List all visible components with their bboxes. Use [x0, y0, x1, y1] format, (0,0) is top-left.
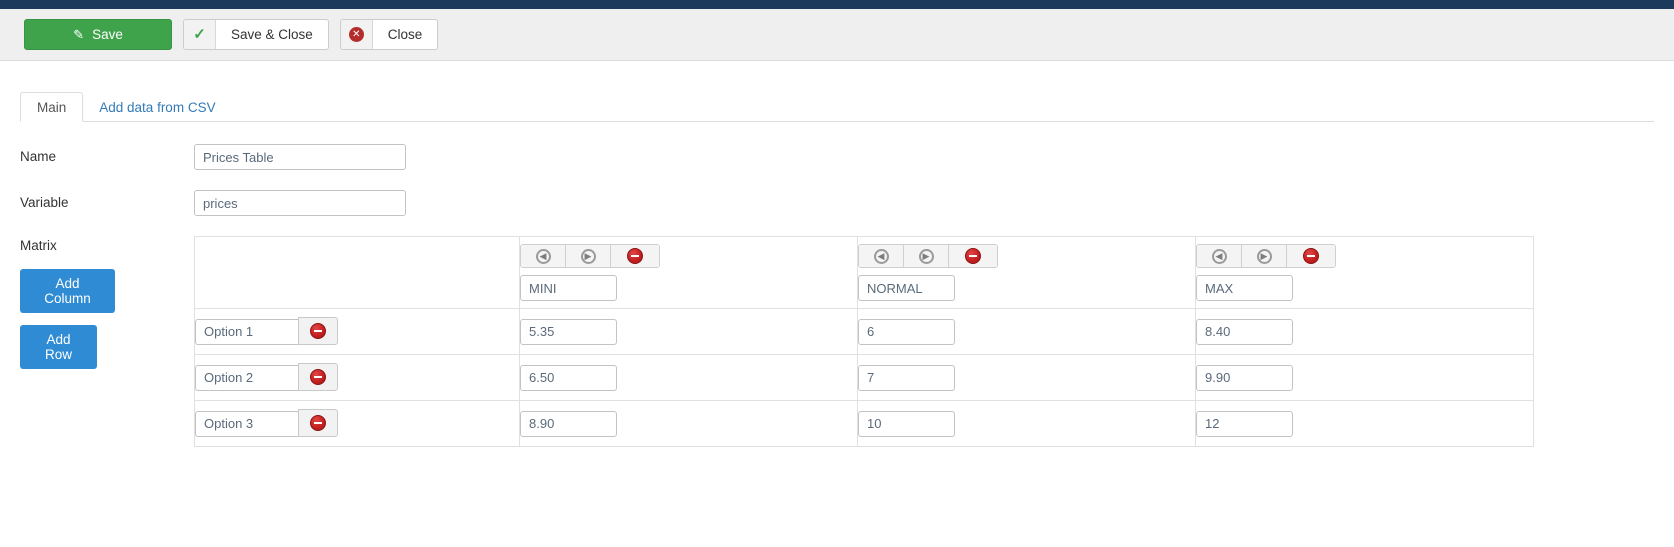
add-row-button[interactable]: Add Row [20, 325, 97, 369]
row-label-input[interactable] [195, 318, 298, 345]
tab-bar: Main Add data from CSV [20, 89, 1654, 122]
matrix-corner-cell [194, 236, 520, 309]
circle-chevron-left-icon: ◀ [873, 248, 889, 264]
save-and-close-button[interactable]: ✓ Save & Close [183, 19, 329, 50]
move-column-right-button[interactable]: ▶ [566, 245, 611, 267]
matrix-value-cell [857, 354, 1196, 401]
circle-chevron-right-icon: ▶ [1256, 248, 1272, 264]
matrix-section: Matrix Add Column Add Row ◀▶◀▶◀▶ [20, 236, 1654, 447]
circle-chevron-right-icon: ▶ [580, 248, 596, 264]
delete-column-button[interactable] [611, 245, 659, 267]
delete-row-button[interactable] [298, 362, 338, 391]
tab-main[interactable]: Main [20, 91, 84, 122]
matrix-row [194, 308, 1534, 355]
name-input[interactable] [194, 144, 406, 170]
matrix-value-input[interactable] [858, 318, 955, 345]
circle-chevron-right-icon: ▶ [918, 248, 934, 264]
matrix-value-input[interactable] [520, 410, 617, 437]
column-move-delete-group: ◀ ▶ [858, 244, 998, 268]
matrix-value-input[interactable] [1196, 318, 1293, 345]
matrix-value-cell [857, 308, 1196, 355]
matrix-row-label-cell [194, 354, 520, 401]
matrix-value-input[interactable] [858, 364, 955, 391]
matrix-row-label-cell [194, 308, 520, 355]
add-column-button[interactable]: Add Column [20, 269, 115, 313]
column-move-delete-group: ◀ ▶ [1196, 244, 1336, 268]
circle-x-icon: ✕ [340, 20, 373, 49]
matrix-value-input[interactable] [1196, 364, 1293, 391]
matrix-column-header: ◀ ▶ [857, 236, 1196, 309]
circle-minus-icon [627, 248, 643, 264]
delete-column-button[interactable] [1287, 245, 1335, 267]
save-button-label: Save [92, 27, 123, 42]
matrix-value-input[interactable] [520, 364, 617, 391]
column-header-input[interactable] [858, 275, 955, 301]
matrix-controls: Matrix Add Column Add Row [20, 236, 194, 381]
matrix-row [194, 354, 1534, 401]
edit-form: Name Variable Matrix Add Column Add Row … [0, 122, 1674, 447]
save-button[interactable]: ✎ Save [24, 19, 172, 50]
tab-add-data-from-csv[interactable]: Add data from CSV [83, 93, 231, 122]
move-column-left-button[interactable]: ◀ [859, 245, 904, 267]
circle-minus-icon [965, 248, 981, 264]
move-column-left-button[interactable]: ◀ [521, 245, 566, 267]
matrix-row-label-cell [194, 400, 520, 447]
row-label-group [195, 316, 338, 345]
column-move-delete-group: ◀ ▶ [520, 244, 660, 268]
delete-row-button[interactable] [298, 316, 338, 345]
action-toolbar: ✎ Save ✓ Save & Close ✕ Close [0, 9, 1674, 61]
matrix-value-cell [1195, 308, 1534, 355]
matrix-value-cell [857, 400, 1196, 447]
circle-minus-icon [310, 414, 326, 431]
save-and-close-button-label: Save & Close [231, 27, 313, 42]
matrix-value-cell [519, 308, 858, 355]
variable-label: Variable [20, 195, 69, 210]
row-label-group [195, 408, 338, 437]
matrix-header-row: ◀▶◀▶◀▶ [194, 236, 1534, 309]
move-column-right-button[interactable]: ▶ [904, 245, 949, 267]
check-icon: ✓ [184, 20, 216, 49]
matrix-value-input[interactable] [520, 318, 617, 345]
matrix-value-cell [519, 354, 858, 401]
matrix-row [194, 400, 1534, 447]
row-label-input[interactable] [195, 364, 298, 391]
name-label: Name [20, 149, 57, 164]
matrix-column-header: ◀ ▶ [519, 236, 858, 309]
matrix-value-cell [1195, 354, 1534, 401]
close-button-label: Close [387, 27, 423, 42]
row-label-input[interactable] [195, 410, 298, 437]
close-button[interactable]: ✕ Close [339, 19, 439, 50]
matrix-label: Matrix [20, 238, 57, 253]
matrix-value-cell [519, 400, 858, 447]
circle-minus-icon [1303, 248, 1319, 264]
circle-chevron-left-icon: ◀ [535, 248, 551, 264]
matrix-value-input[interactable] [858, 410, 955, 437]
variable-field-row: Variable [20, 190, 1654, 216]
move-column-right-button[interactable]: ▶ [1242, 245, 1287, 267]
column-header-input[interactable] [1196, 275, 1293, 301]
circle-minus-icon [310, 368, 326, 385]
matrix-value-cell [1195, 400, 1534, 447]
row-label-group [195, 362, 338, 391]
top-accent-bar [0, 0, 1674, 9]
column-header-input[interactable] [520, 275, 617, 301]
pencil-square-icon: ✎ [73, 27, 85, 42]
circle-chevron-left-icon: ◀ [1211, 248, 1227, 264]
matrix-column-header: ◀ ▶ [1195, 236, 1534, 309]
matrix-value-input[interactable] [1196, 410, 1293, 437]
delete-column-button[interactable] [949, 245, 997, 267]
delete-row-button[interactable] [298, 408, 338, 437]
move-column-left-button[interactable]: ◀ [1197, 245, 1242, 267]
name-field-row: Name [20, 144, 1654, 170]
variable-input[interactable] [194, 190, 406, 216]
matrix-table: ◀▶◀▶◀▶ [194, 236, 1534, 447]
circle-minus-icon [310, 322, 326, 339]
